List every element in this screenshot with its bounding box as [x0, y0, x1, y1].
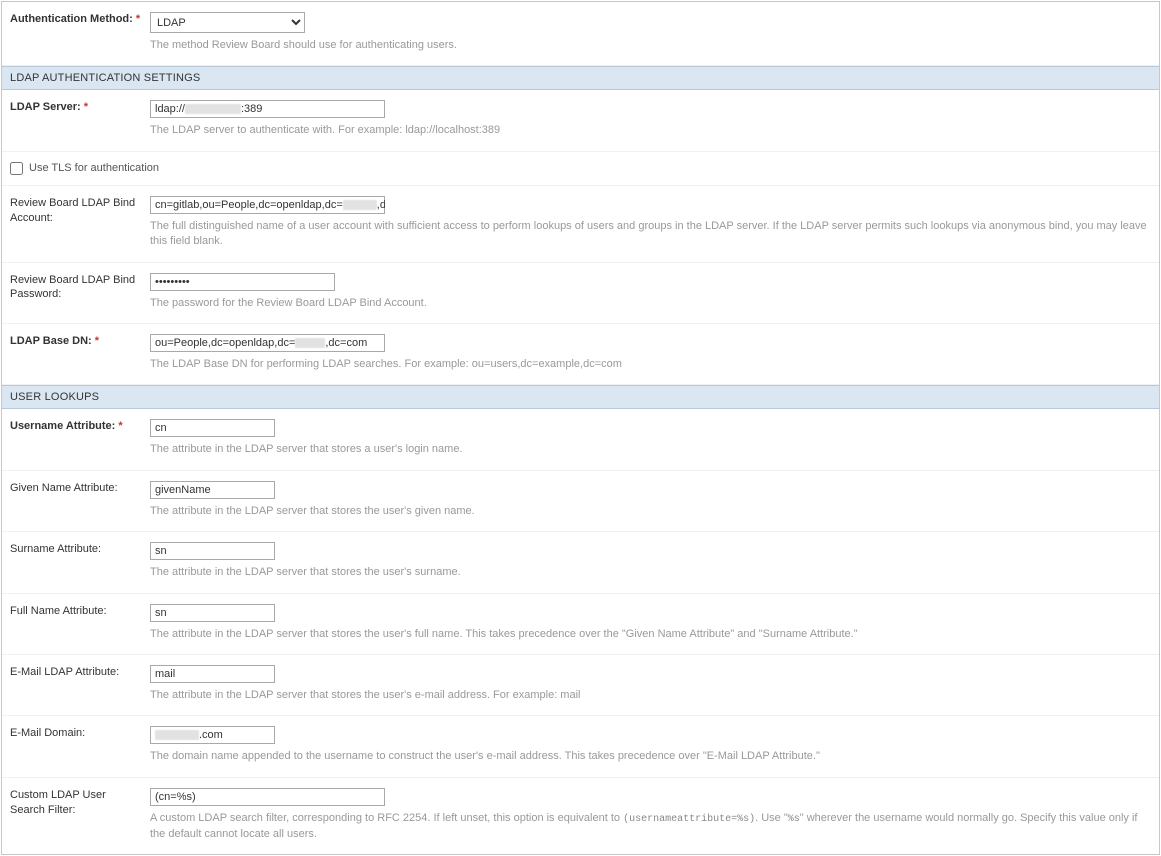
custom-filter-label: Custom LDAP User Search Filter:	[10, 788, 150, 818]
bind-account-input[interactable]	[150, 196, 385, 214]
custom-filter-input[interactable]	[150, 788, 385, 806]
username-attr-input[interactable]	[150, 419, 275, 437]
given-name-attr-label: Given Name Attribute:	[10, 481, 150, 496]
custom-filter-row: Custom LDAP User Search Filter: A custom…	[2, 778, 1159, 854]
username-attr-help: The attribute in the LDAP server that st…	[150, 442, 1151, 457]
ldap-settings-header: LDAP AUTHENTICATION SETTINGS	[2, 66, 1159, 90]
ldap-server-row: LDAP Server: * ldap://:389 The LDAP serv…	[2, 90, 1159, 151]
bind-account-label: Review Board LDAP Bind Account:	[10, 196, 150, 226]
surname-attr-help: The attribute in the LDAP server that st…	[150, 565, 1151, 580]
bind-password-label: Review Board LDAP Bind Password:	[10, 273, 150, 303]
email-attr-help: The attribute in the LDAP server that st…	[150, 688, 1151, 703]
email-attr-input[interactable]	[150, 665, 275, 683]
ldap-server-input[interactable]	[150, 100, 385, 118]
full-name-attr-label: Full Name Attribute:	[10, 604, 150, 619]
full-name-attr-input[interactable]	[150, 604, 275, 622]
user-lookups-header: USER LOOKUPS	[2, 385, 1159, 409]
full-name-attr-help: The attribute in the LDAP server that st…	[150, 627, 1151, 642]
ldap-server-label: LDAP Server: *	[10, 100, 150, 115]
email-attr-row: E-Mail LDAP Attribute: The attribute in …	[2, 655, 1159, 716]
use-tls-label[interactable]: Use TLS for authentication	[29, 162, 159, 174]
surname-attr-label: Surname Attribute:	[10, 542, 150, 557]
bind-password-input[interactable]	[150, 273, 335, 291]
bind-account-help: The full distinguished name of a user ac…	[150, 219, 1151, 250]
surname-attr-input[interactable]	[150, 542, 275, 560]
base-dn-help: The LDAP Base DN for performing LDAP sea…	[150, 357, 1151, 372]
auth-method-label: Authentication Method: *	[10, 12, 150, 27]
base-dn-row: LDAP Base DN: * ou=People,dc=openldap,dc…	[2, 324, 1159, 385]
username-attr-label: Username Attribute: *	[10, 419, 150, 434]
email-domain-help: The domain name appended to the username…	[150, 749, 1151, 764]
surname-attr-row: Surname Attribute: The attribute in the …	[2, 532, 1159, 593]
username-attr-row: Username Attribute: * The attribute in t…	[2, 409, 1159, 470]
given-name-attr-row: Given Name Attribute: The attribute in t…	[2, 471, 1159, 532]
given-name-attr-help: The attribute in the LDAP server that st…	[150, 504, 1151, 519]
bind-password-help: The password for the Review Board LDAP B…	[150, 296, 1151, 311]
auth-method-row: Authentication Method: * LDAP The method…	[2, 2, 1159, 66]
base-dn-input[interactable]	[150, 334, 385, 352]
auth-method-help: The method Review Board should use for a…	[150, 38, 1151, 53]
full-name-attr-row: Full Name Attribute: The attribute in th…	[2, 594, 1159, 655]
bind-account-row: Review Board LDAP Bind Account: cn=gitla…	[2, 186, 1159, 263]
use-tls-row: Use TLS for authentication	[2, 152, 1159, 186]
auth-method-select[interactable]: LDAP	[150, 12, 305, 33]
email-attr-label: E-Mail LDAP Attribute:	[10, 665, 150, 680]
bind-password-row: Review Board LDAP Bind Password: The pas…	[2, 263, 1159, 324]
settings-panel: Authentication Method: * LDAP The method…	[1, 1, 1160, 855]
email-domain-input[interactable]	[150, 726, 275, 744]
given-name-attr-input[interactable]	[150, 481, 275, 499]
email-domain-label: E-Mail Domain:	[10, 726, 150, 741]
email-domain-row: E-Mail Domain: .com The domain name appe…	[2, 716, 1159, 777]
ldap-server-help: The LDAP server to authenticate with. Fo…	[150, 123, 1151, 138]
use-tls-checkbox[interactable]	[10, 162, 23, 175]
custom-filter-help: A custom LDAP search filter, correspondi…	[150, 811, 1151, 842]
base-dn-label: LDAP Base DN: *	[10, 334, 150, 349]
